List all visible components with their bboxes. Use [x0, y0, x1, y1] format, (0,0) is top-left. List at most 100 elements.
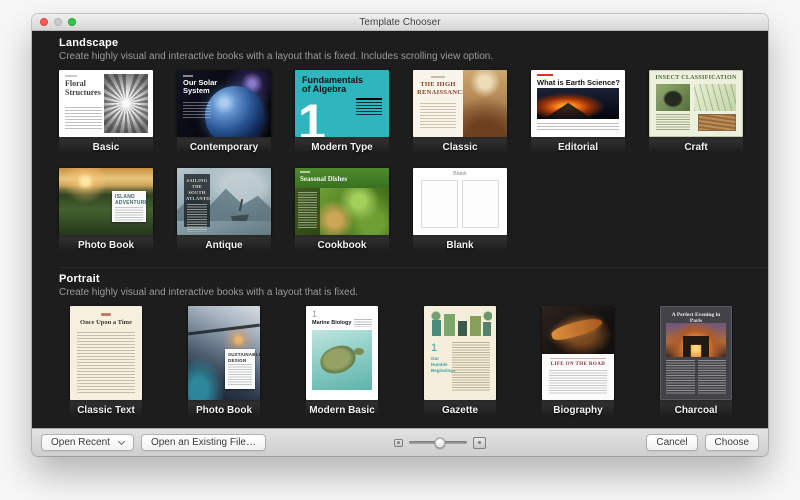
cover-side-text	[354, 319, 372, 327]
template-modern-basic[interactable]: 1 Marine Biology Modern Basic	[295, 306, 389, 428]
template-classic[interactable]: THE HIGH RENAISSANCE Classic	[413, 70, 507, 165]
template-charcoal[interactable]: A Perfect Evening in Paris Charcoal	[649, 306, 743, 428]
butterfly-illustration	[656, 84, 690, 111]
template-cover-charcoal: A Perfect Evening in Paris	[660, 306, 732, 400]
turtle-shape	[318, 341, 362, 377]
cover-text-columns	[666, 360, 726, 394]
cover-body-text	[77, 332, 135, 394]
blank-column	[421, 180, 458, 228]
template-photo-book-portrait[interactable]: SUSTAINABLE DESIGN Photo Book	[177, 306, 271, 428]
template-label: Craft	[649, 142, 743, 153]
landscape-row-2: ISLAND ADVENTURE Photo Book SAILING THE …	[59, 168, 768, 263]
zoom-slider-thumb[interactable]	[435, 437, 446, 448]
cover-title: SUSTAINABLE DESIGN	[228, 352, 252, 363]
arc-de-triomphe-silhouette	[683, 336, 709, 357]
landscape-section-title: Landscape	[59, 37, 768, 49]
template-biography[interactable]: LIFE ON THE ROAD Biography	[531, 306, 625, 428]
choose-button[interactable]: Choose	[705, 434, 759, 451]
template-cover-photo-book-portrait: SUSTAINABLE DESIGN	[188, 306, 260, 400]
template-cover-contemporary: Our Solar System	[177, 70, 271, 137]
template-blank[interactable]: Blank Blank	[413, 168, 507, 263]
template-label: Cookbook	[295, 240, 389, 251]
zoom-button[interactable]	[68, 18, 76, 26]
portrait-section-description: Create highly visual and interactive boo…	[59, 287, 768, 298]
wood-beetle-illustration	[698, 114, 736, 131]
cover-header-band: Seasonal Dishes	[295, 168, 389, 188]
volcano-silhouette	[544, 103, 593, 119]
template-photo-book-landscape[interactable]: ISLAND ADVENTURE Photo Book	[59, 168, 153, 263]
cancel-button[interactable]: Cancel	[646, 434, 697, 451]
template-antique[interactable]: SAILING THE SOUTH ATLANTIC Antique	[177, 168, 271, 263]
template-label: Biography	[531, 405, 625, 416]
landscape-section-description: Create highly visual and interactive boo…	[59, 51, 768, 62]
sea-turtle-photo	[312, 330, 372, 390]
cover-title: Blank	[413, 171, 507, 177]
blank-columns	[421, 180, 499, 228]
cancel-label: Cancel	[656, 437, 687, 448]
template-basic[interactable]: Floral Structures Basic	[59, 70, 153, 165]
volcano-photo	[537, 88, 619, 119]
cover-text-card: SUSTAINABLE DESIGN	[225, 349, 255, 389]
window-titlebar: Template Chooser	[32, 14, 768, 31]
template-classic-text[interactable]: Once Upon a Time Classic Text	[59, 306, 153, 428]
cover-body-text	[298, 192, 317, 228]
open-recent-button[interactable]: Open Recent	[41, 434, 134, 451]
template-label: Basic	[59, 142, 153, 153]
cover-title: INSECT CLASSIFICATION	[650, 75, 742, 81]
template-modern-type[interactable]: Fundamentals of Algebra 1 Modern Type	[295, 70, 389, 165]
template-craft[interactable]: INSECT CLASSIFICATION Craft	[649, 70, 743, 165]
large-thumbnail-icon	[473, 437, 486, 449]
cover-rule	[550, 358, 606, 359]
template-chooser-content: Landscape Create highly visual and inter…	[32, 31, 768, 428]
open-existing-file-button[interactable]: Open an Existing File…	[141, 434, 266, 451]
cover-body-text	[187, 204, 207, 232]
template-cover-craft: INSECT CLASSIFICATION	[649, 70, 743, 137]
cover-kicker-bar	[431, 76, 445, 78]
footer-actions: Cancel Choose	[646, 434, 759, 451]
zoom-slider[interactable]	[409, 441, 467, 444]
cover-kicker-bar	[65, 75, 77, 77]
cover-chapter-number: 1	[431, 342, 437, 354]
template-cover-biography: LIFE ON THE ROAD	[542, 306, 614, 400]
template-label: Modern Type	[295, 142, 389, 153]
cover-text-panel: SAILING THE SOUTH ATLANTIC	[184, 174, 210, 227]
template-cover-blank: Blank	[413, 168, 507, 235]
template-cookbook[interactable]: Seasonal Dishes Cookbook	[295, 168, 389, 263]
footer-bar: Open Recent Open an Existing File… Cance…	[32, 428, 768, 456]
template-cover-classic-text: Once Upon a Time	[70, 306, 142, 400]
template-label: Classic Text	[59, 405, 153, 416]
open-recent-label: Open Recent	[51, 437, 110, 448]
portrait-row: Once Upon a Time Classic Text SUSTAINABL…	[59, 306, 768, 428]
cover-title: Fundamentals of Algebra	[302, 76, 362, 95]
template-cover-antique: SAILING THE SOUTH ATLANTIC	[177, 168, 271, 235]
template-editorial[interactable]: What is Earth Science? Editorial	[531, 70, 625, 165]
template-contemporary[interactable]: Our Solar System Contemporary	[177, 70, 271, 165]
template-cover-classic: THE HIGH RENAISSANCE	[413, 70, 507, 137]
cover-title: Once Upon a Time	[70, 319, 142, 326]
section-landscape: Landscape Create highly visual and inter…	[59, 37, 768, 263]
house-roofline	[188, 324, 260, 336]
cover-chapter-number: 1	[298, 100, 326, 137]
blank-column	[462, 180, 499, 228]
close-button[interactable]	[40, 18, 48, 26]
cover-ornament	[101, 313, 111, 316]
landscape-row-1: Floral Structures Basic Our Solar System	[59, 70, 768, 165]
cover-title: ISLAND ADVENTURE	[115, 194, 143, 206]
cover-body-text	[666, 360, 695, 394]
template-gazette[interactable]: 1 Our Humble Beginnings Gazette	[413, 306, 507, 428]
cover-title: Our Solar System	[183, 79, 219, 96]
portrait-section-title: Portrait	[59, 273, 768, 285]
plant-illustration	[694, 84, 736, 111]
template-label: Gazette	[413, 405, 507, 416]
template-label: Charcoal	[649, 405, 743, 416]
cover-body-text	[115, 207, 143, 222]
thumbnail-zoom-control	[394, 429, 486, 456]
cover-body-text	[65, 107, 102, 131]
village-illustration	[428, 308, 492, 336]
template-label: Photo Book	[59, 240, 153, 251]
minimize-button[interactable]	[54, 18, 62, 26]
cover-chapter-number: 1	[312, 309, 317, 319]
cover-title: Seasonal Dishes	[300, 175, 347, 183]
section-portrait: Portrait Create highly visual and intera…	[59, 267, 768, 428]
template-cover-editorial: What is Earth Science?	[531, 70, 625, 137]
